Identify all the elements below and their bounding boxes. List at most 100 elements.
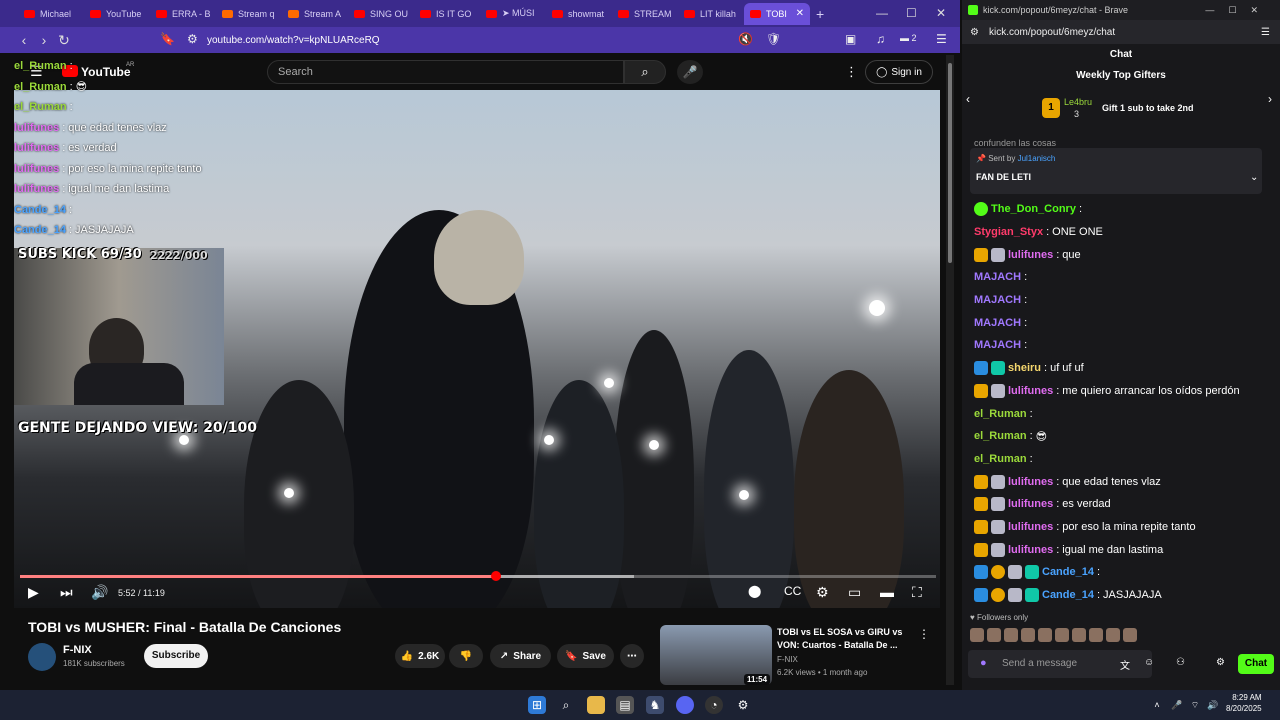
next-icon[interactable]: ⏭ [60,584,73,601]
chat-username[interactable]: sheiru [1008,362,1041,374]
more-actions-button[interactable]: ⋯ [620,644,644,668]
channel-name[interactable]: F-NIX [63,644,92,656]
browser-tab[interactable]: IS IT GO [414,3,480,25]
tray-chevron-icon[interactable]: ˄ [1148,696,1166,714]
discord-icon[interactable] [676,696,694,714]
chat-username[interactable]: lulifunes [1008,385,1053,397]
menu-icon[interactable]: ☰ [936,32,947,46]
browser-tab[interactable]: showmat [546,3,612,25]
save-button[interactable]: 🔖 Save [557,644,614,668]
captions-icon[interactable]: CC [784,584,801,598]
emote[interactable] [987,628,1001,642]
bookmark-icon[interactable]: 🔖 [160,32,175,46]
play-icon[interactable]: ▶ [28,584,39,601]
subscribe-button[interactable]: Subscribe [144,644,208,668]
chat-username[interactable]: lulifunes [1008,249,1053,261]
browser-tab[interactable]: STREAM [612,3,678,25]
extensions-badge[interactable]: ▬ 2 [900,33,917,43]
start-icon[interactable]: ⊞ [528,696,546,714]
volume-icon[interactable]: 🔊 [91,584,108,601]
kick-window-controls[interactable]: —☐✕ [1205,5,1272,16]
mic-icon[interactable]: 🎤 [677,60,703,84]
chat-users-icon[interactable]: ⚇ [1176,657,1185,668]
system-clock[interactable]: 8:29 AM 8/20/2025 [1226,692,1262,714]
chevron-down-icon[interactable]: ⌄ [1250,172,1258,183]
close-icon[interactable]: ✕ [936,6,946,20]
browser-tab[interactable]: Michael [18,3,84,25]
emote[interactable] [1106,628,1120,642]
dislike-button[interactable]: 👎 [449,644,483,668]
send-chat-button[interactable]: Chat [1238,654,1274,674]
file-explorer-icon[interactable] [587,696,605,714]
search-icon[interactable]: ⌕ [624,60,666,84]
chat-message[interactable]: lulifunes: que edad tenes vlaz [962,470,1280,493]
gift-sub-cta[interactable]: Gift 1 sub to take 2nd [1102,103,1194,113]
chat-message[interactable]: The_Don_Conry: [962,198,1280,221]
site-info-icon[interactable]: ⚙ [970,27,979,38]
mic-icon[interactable]: ● [980,657,987,669]
chat-message[interactable]: el_Ruman: [962,448,1280,471]
sign-in-button[interactable]: ◯ Sign in [865,60,933,84]
chat-username[interactable]: MAJACH [974,271,1021,283]
forward-icon[interactable]: › [34,32,54,48]
app-icon[interactable]: ♞ [646,696,664,714]
chat-message[interactable]: lulifunes: igual me dan lastima [962,538,1280,561]
chat-message[interactable]: sheiru: uf uf uf [962,357,1280,380]
share-button[interactable]: ↗ Share [490,644,551,668]
scrollbar-thumb[interactable] [948,63,952,263]
chat-username[interactable]: Stygian_Styx [974,226,1043,238]
browser-tab[interactable]: ERRA - B [150,3,216,25]
fullscreen-icon[interactable]: ⛶ [912,584,922,601]
search-input[interactable]: Search [267,60,624,84]
emote[interactable] [1123,628,1137,642]
chat-settings-icon[interactable]: ⚙ [1216,657,1225,668]
new-tab-button[interactable]: + [816,6,824,22]
volume-icon[interactable]: 🔊 [1204,696,1222,714]
chat-message[interactable]: Cande_14: [962,561,1280,584]
more-options-icon[interactable]: ⋮ [845,64,858,80]
recommended-title[interactable]: TOBI vs EL SOSA vs GIRU vs VON: Cuartos … [777,626,907,652]
browser-tab[interactable]: SING OU [348,3,414,25]
recommended-menu-icon[interactable]: ⋮ [918,627,930,641]
chat-username[interactable]: lulifunes [1008,498,1053,510]
emote[interactable] [1055,628,1069,642]
browser-tab[interactable]: YouTube [84,3,150,25]
emoji-icon[interactable]: ☺ [1144,657,1154,668]
pinned-message[interactable]: 📌 Sent by Jul1anisch FAN DE LETI ⌄ [970,148,1262,194]
browser-tab[interactable]: Stream A [282,3,348,25]
back-icon[interactable]: ‹ [14,32,34,48]
chat-message[interactable]: el_Ruman: 😎 [962,425,1280,448]
url-field[interactable]: youtube.com/watch?v=kpNLUARceRQ [207,35,380,46]
autoplay-toggle[interactable]: ⬤ [748,584,761,598]
gifters-next-icon[interactable]: › [1268,92,1272,106]
chat-message[interactable]: lulifunes: que [962,243,1280,266]
translate-icon[interactable]: 文 [1120,657,1130,672]
progress-bar[interactable] [20,575,936,578]
kick-url-field[interactable]: kick.com/popout/6meyz/chat [989,27,1115,38]
chat-message[interactable]: lulifunes: es verdad [962,493,1280,516]
store-icon[interactable]: ▤ [616,696,634,714]
browser-tab[interactable]: ➤ MÚSI [480,3,546,25]
chat-username[interactable]: MAJACH [974,339,1021,351]
reload-icon[interactable]: ↻ [54,32,74,49]
gifters-prev-icon[interactable]: ‹ [966,92,970,106]
close-tab-icon[interactable]: ✕ [796,8,804,19]
tray-mic-icon[interactable]: 🎤 [1168,696,1186,714]
wifi-icon[interactable]: ⌔ [1186,696,1204,714]
chat-username[interactable]: Cande_14 [1042,589,1094,601]
browser-tab[interactable]: LIT killah [678,3,744,25]
emote[interactable] [1072,628,1086,642]
minimize-icon[interactable]: — [876,6,888,20]
chat-username[interactable]: lulifunes [1008,544,1053,556]
channel-avatar[interactable] [28,643,56,671]
miniplayer-icon[interactable]: ▭ [848,584,861,601]
chat-username[interactable]: lulifunes [1008,476,1053,488]
settings-icon[interactable]: ⚙ [734,696,752,714]
page-scrollbar[interactable] [946,55,954,685]
chat-username[interactable]: MAJACH [974,317,1021,329]
emote[interactable] [1089,628,1103,642]
search-icon[interactable]: ⌕ [557,696,575,714]
emote[interactable] [1004,628,1018,642]
emote-bar[interactable] [970,628,1270,646]
site-info-icon[interactable]: ⚙ [187,32,198,46]
